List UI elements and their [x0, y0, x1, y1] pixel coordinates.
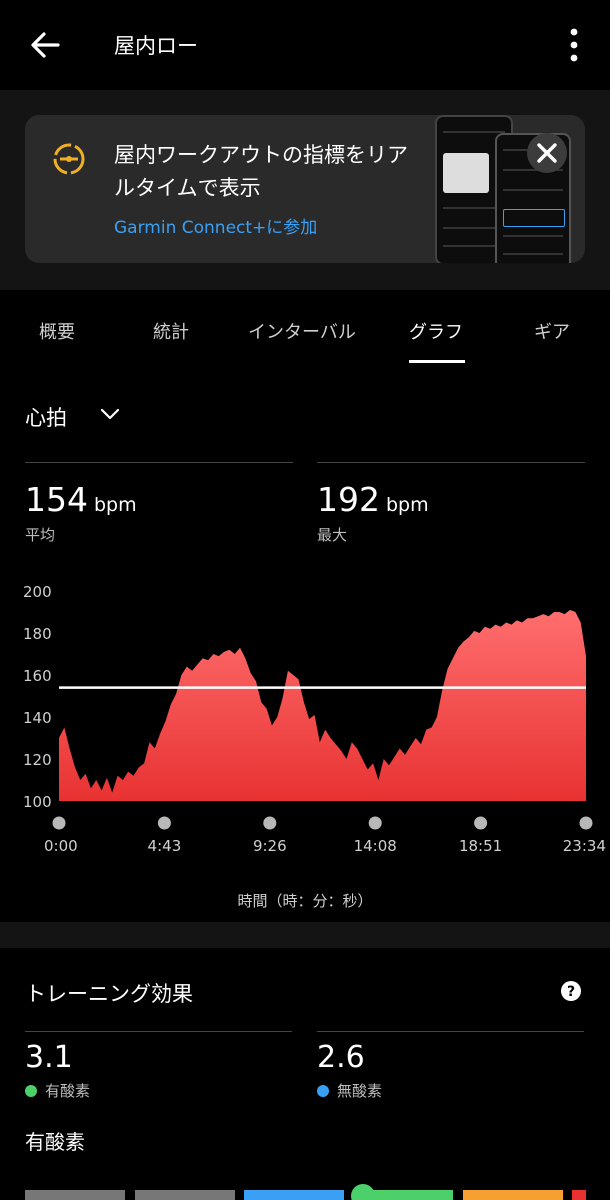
x-tick-label: 18:51: [459, 837, 502, 855]
max-hr-label: 最大: [317, 526, 348, 544]
active-tab-indicator: [409, 360, 465, 363]
te-scale-segment: [463, 1190, 563, 1200]
y-tick-label: 160: [23, 667, 52, 685]
divider: [25, 462, 293, 463]
tab-gear[interactable]: ギア: [534, 318, 570, 344]
x-tick-label: 23:34: [563, 837, 606, 855]
tab-stats[interactable]: 統計: [153, 318, 189, 344]
aerobic-section-title: 有酸素: [25, 1130, 85, 1154]
anaerobic-dot-icon: [317, 1085, 329, 1097]
aerobic-dot-icon: [25, 1085, 37, 1097]
divider: [25, 1031, 292, 1032]
promo-card[interactable]: 屋内ワークアウトの指標をリアルタイムで表示 Garmin Connect+に参加: [25, 115, 585, 263]
y-tick-label: 100: [23, 793, 52, 811]
x-tick-marker: [52, 816, 66, 830]
tab-overview[interactable]: 概要: [39, 318, 75, 344]
divider: [317, 462, 585, 463]
close-promo-button[interactable]: [527, 133, 567, 173]
x-tick-label: 14:08: [354, 837, 397, 855]
anaerobic-te-value: 2.6: [317, 1040, 365, 1075]
te-scale-segment: [572, 1190, 586, 1200]
heart-rate-area: [59, 609, 586, 801]
y-tick-label: 140: [23, 709, 52, 727]
avg-hr-label: 平均: [25, 526, 56, 544]
y-tick-label: 120: [23, 751, 52, 769]
heart-rate-chart: 200 180 160 140 120 100 0:00 4:43 9:26 14:08 18:5…: [23, 583, 606, 855]
chevron-down-icon[interactable]: [100, 404, 120, 424]
tab-bar: 概要 統計 インターバル グラフ ギア: [0, 290, 610, 370]
section-separator: [0, 922, 610, 948]
x-tick-label: 0:00: [44, 837, 78, 855]
page-title: 屋内ロー: [114, 34, 198, 58]
x-axis-label: 時間（時：分：秒）: [237, 892, 373, 910]
promo-join-link[interactable]: Garmin Connect+に参加: [114, 213, 317, 238]
te-scale-segment: [135, 1190, 235, 1200]
x-tick-marker: [579, 816, 593, 830]
y-tick-label: 180: [23, 625, 52, 643]
max-hr-value: 192 bpm: [317, 480, 429, 519]
metric-selector[interactable]: 心拍: [25, 402, 67, 432]
training-effect-title: トレーニング効果: [25, 982, 193, 1006]
garmin-connect-plus-logo: [53, 143, 85, 175]
anaerobic-te-label: 無酸素: [317, 1080, 382, 1101]
tab-intervals[interactable]: インターバル: [248, 318, 356, 344]
x-tick-marker: [474, 816, 488, 830]
more-vert-icon[interactable]: [560, 26, 588, 64]
x-tick-label: 4:43: [148, 837, 182, 855]
x-tick-marker: [157, 816, 171, 830]
back-arrow-icon[interactable]: [28, 28, 62, 62]
aerobic-te-label: 有酸素: [25, 1080, 90, 1101]
svg-text:?: ?: [567, 984, 575, 1000]
close-icon: [537, 143, 557, 163]
te-scale-segment: [244, 1190, 344, 1200]
x-tick-label: 9:26: [253, 837, 287, 855]
tab-graph[interactable]: グラフ: [409, 318, 463, 344]
avg-hr-value: 154 bpm: [25, 480, 137, 519]
divider: [317, 1031, 584, 1032]
te-scale-segment: [25, 1190, 125, 1200]
te-scale-marker: [351, 1184, 375, 1200]
promo-section: 屋内ワークアウトの指標をリアルタイムで表示 Garmin Connect+に参加: [0, 90, 610, 290]
aerobic-te-value: 3.1: [25, 1040, 73, 1075]
app-bar: 屋内ロー: [0, 0, 610, 90]
x-tick-marker: [263, 816, 277, 830]
help-icon[interactable]: ?: [560, 980, 582, 1002]
promo-text: 屋内ワークアウトの指標をリアルタイムで表示: [114, 143, 408, 200]
x-tick-marker: [368, 816, 382, 830]
y-tick-label: 200: [23, 583, 52, 601]
